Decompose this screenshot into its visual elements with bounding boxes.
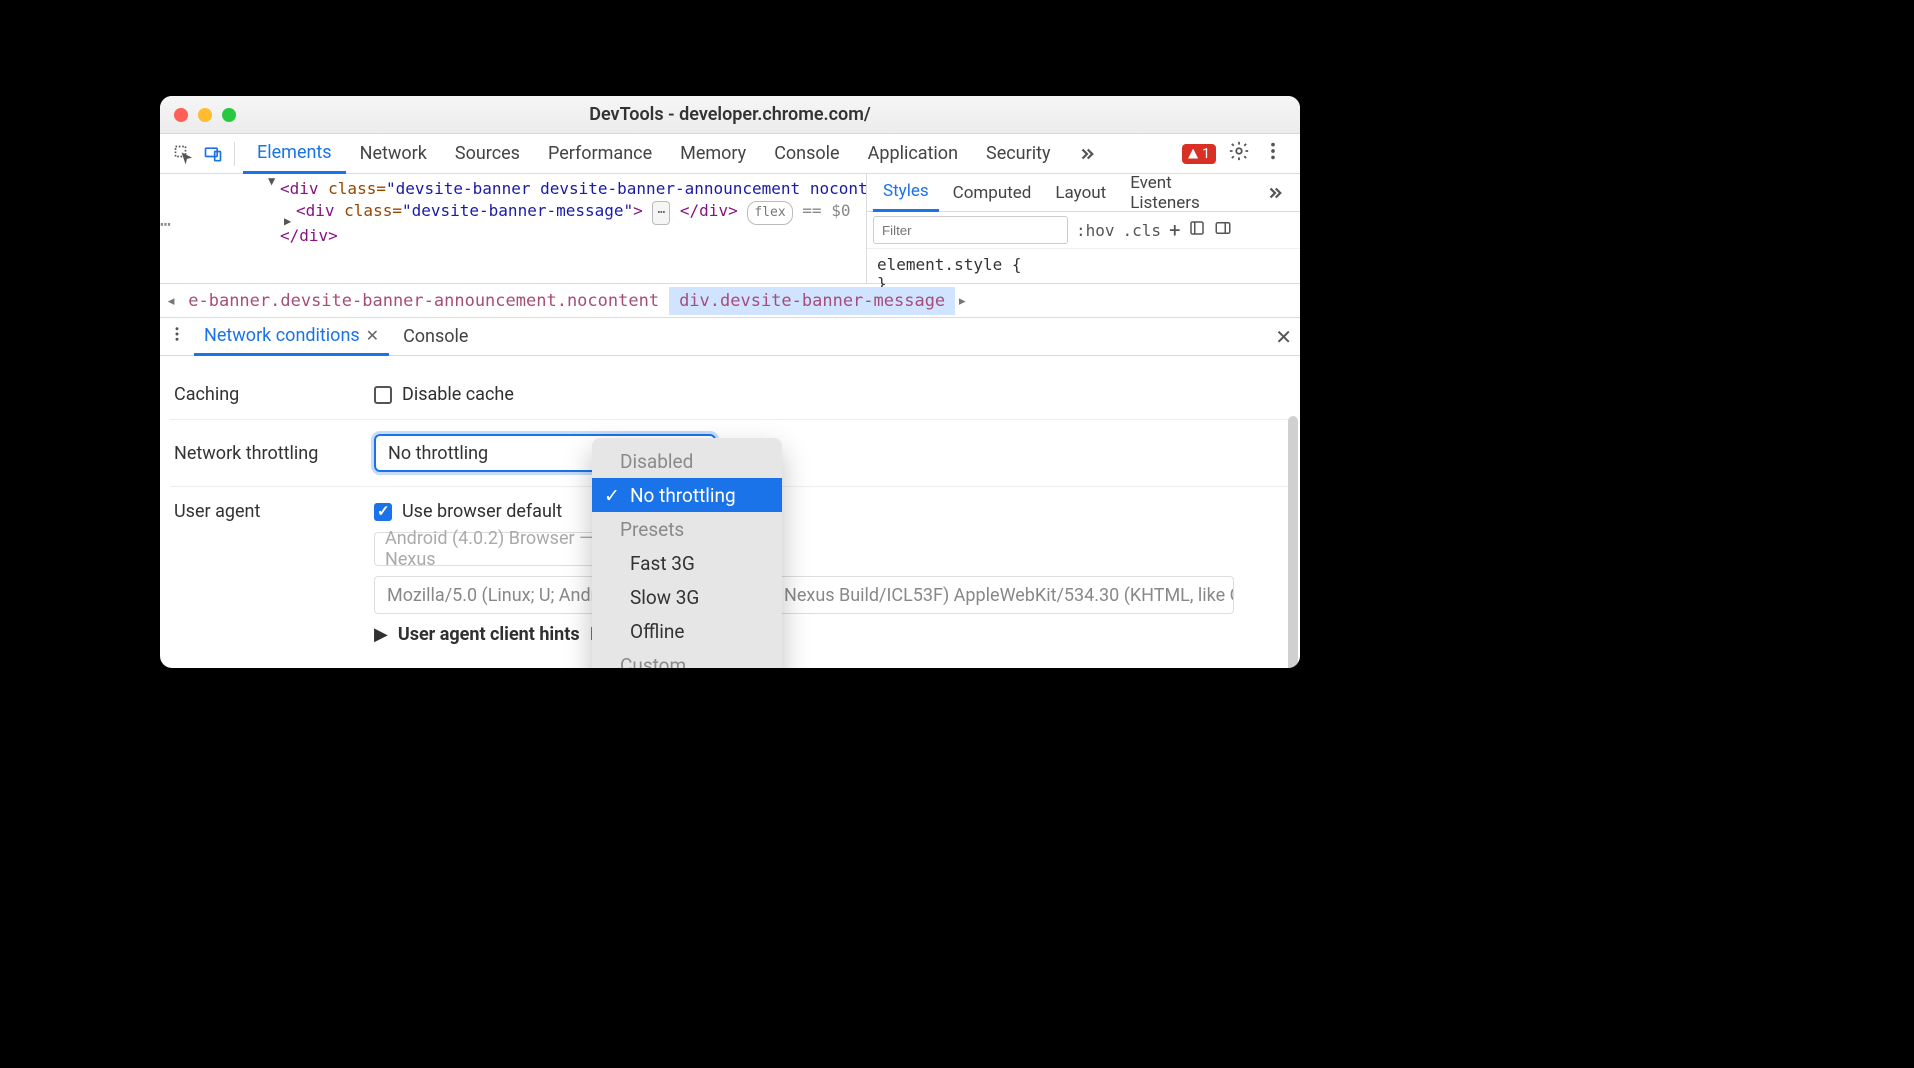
- cls-button[interactable]: .cls: [1123, 221, 1162, 240]
- window-title: DevTools - developer.chrome.com/: [160, 104, 1300, 125]
- use-browser-default-checkbox[interactable]: [374, 503, 392, 521]
- tab-console[interactable]: Console: [760, 134, 853, 174]
- device-toggle-icon[interactable]: [200, 141, 226, 167]
- disable-cache-checkbox[interactable]: [374, 386, 392, 404]
- tab-application[interactable]: Application: [854, 134, 972, 174]
- ua-string-value: Mozilla/5.0 (Linux; U; Android 4.0.2; en…: [387, 585, 1234, 606]
- scrollbar[interactable]: [1288, 416, 1298, 668]
- tab-network[interactable]: Network: [346, 134, 441, 174]
- dom-line[interactable]: <div class="devsite-banner devsite-banne…: [180, 178, 856, 200]
- breadcrumb-prev-icon[interactable]: ◂: [164, 291, 178, 311]
- toggle-sidebar-icon[interactable]: [1214, 219, 1232, 242]
- new-style-rule-icon[interactable]: +: [1169, 218, 1180, 242]
- dom-breadcrumb: ◂ e-banner.devsite-banner-announcement.n…: [160, 284, 1300, 318]
- dropdown-header: Disabled: [592, 444, 782, 478]
- drawer-tabs: Network conditions ✕ Console ✕: [160, 318, 1300, 356]
- dropdown-item-fast-3g[interactable]: Fast 3G: [592, 546, 782, 580]
- tabs-overflow-icon[interactable]: [1064, 134, 1110, 174]
- dom-gutter-ellipsis: ⋯: [160, 214, 171, 235]
- disable-cache-label: Disable cache: [402, 384, 514, 405]
- drawer-close-icon[interactable]: ✕: [1275, 325, 1292, 349]
- dom-tree[interactable]: ▼ ▶ ⋯ <div class="devsite-banner devsite…: [160, 174, 866, 283]
- styles-panel: Styles Computed Layout Event Listeners :…: [866, 174, 1300, 283]
- styles-filter-row: :hov .cls +: [867, 212, 1300, 249]
- use-browser-default-label: Use browser default: [402, 501, 562, 522]
- tab-performance[interactable]: Performance: [534, 134, 666, 174]
- throttling-select-value: No throttling: [388, 443, 488, 464]
- dropdown-item-slow-3g[interactable]: Slow 3G: [592, 580, 782, 614]
- hov-button[interactable]: :hov: [1076, 221, 1115, 240]
- stab-layout[interactable]: Layout: [1045, 174, 1116, 212]
- caching-row: Caching Disable cache: [170, 370, 1290, 420]
- dom-line[interactable]: <div class="devsite-banner-message"> ⋯ <…: [180, 200, 856, 225]
- styles-filter-input[interactable]: [873, 216, 1068, 244]
- titlebar: DevTools - developer.chrome.com/: [160, 96, 1300, 134]
- caret-icon[interactable]: ▼: [268, 174, 275, 188]
- drawer-menu-icon[interactable]: [168, 325, 186, 348]
- devtools-window: DevTools - developer.chrome.com/ Element…: [160, 96, 1300, 668]
- gear-icon[interactable]: [1228, 140, 1250, 167]
- breadcrumb-item-selected[interactable]: div.devsite-banner-message: [669, 287, 955, 315]
- dom-line[interactable]: </div>: [180, 225, 856, 247]
- throttling-dropdown: Disabled No throttling Presets Fast 3G S…: [592, 438, 782, 668]
- error-count-value: 1: [1202, 146, 1210, 162]
- toolbar-right: 1: [1182, 140, 1290, 167]
- elements-upper: ▼ ▶ ⋯ <div class="devsite-banner devsite…: [160, 174, 1300, 284]
- stab-event-listeners[interactable]: Event Listeners: [1120, 174, 1252, 212]
- close-tab-icon[interactable]: ✕: [366, 326, 379, 345]
- ua-string-input[interactable]: Mozilla/5.0 (Linux; U; Android 4.0.2; en…: [374, 576, 1234, 614]
- computed-styles-icon[interactable]: [1188, 219, 1206, 242]
- panel-tabs: Elements Network Sources Performance Mem…: [243, 134, 1178, 174]
- kebab-menu-icon[interactable]: [1262, 140, 1284, 167]
- tab-elements[interactable]: Elements: [243, 134, 346, 174]
- dropdown-header: Presets: [592, 512, 782, 546]
- breadcrumb-next-icon[interactable]: ▸: [955, 291, 969, 311]
- tab-security[interactable]: Security: [972, 134, 1064, 174]
- flex-badge[interactable]: flex: [747, 201, 792, 225]
- stab-computed[interactable]: Computed: [943, 174, 1042, 212]
- toolbar-separator: [234, 142, 235, 166]
- ua-hints-label: User agent client hints: [398, 624, 580, 645]
- caching-label: Caching: [174, 384, 374, 405]
- drawer-tab-network-conditions[interactable]: Network conditions ✕: [194, 318, 389, 356]
- tab-memory[interactable]: Memory: [666, 134, 760, 174]
- useragent-label: User agent: [174, 501, 374, 522]
- drawer-tab-label: Network conditions: [204, 325, 360, 346]
- caret-icon[interactable]: ▶: [284, 214, 291, 228]
- dropdown-item-no-throttling[interactable]: No throttling: [592, 478, 782, 512]
- inspect-element-icon[interactable]: [170, 141, 196, 167]
- styles-tabs-overflow-icon[interactable]: [1256, 174, 1294, 212]
- main-toolbar: Elements Network Sources Performance Mem…: [160, 134, 1300, 174]
- throttling-label: Network throttling: [174, 443, 374, 464]
- breadcrumb-item[interactable]: e-banner.devsite-banner-announcement.noc…: [178, 287, 669, 315]
- styles-tabs: Styles Computed Layout Event Listeners: [867, 174, 1300, 212]
- drawer-tab-console[interactable]: Console: [393, 318, 478, 356]
- style-rule: element.style {: [877, 255, 1290, 274]
- dropdown-item-offline[interactable]: Offline: [592, 614, 782, 648]
- error-count-badge[interactable]: 1: [1182, 144, 1216, 164]
- disclosure-triangle-icon[interactable]: ▶: [374, 624, 388, 645]
- tab-sources[interactable]: Sources: [441, 134, 534, 174]
- expand-ellipsis-icon[interactable]: ⋯: [652, 201, 670, 225]
- stab-styles[interactable]: Styles: [873, 174, 939, 212]
- dropdown-header: Custom: [592, 648, 782, 668]
